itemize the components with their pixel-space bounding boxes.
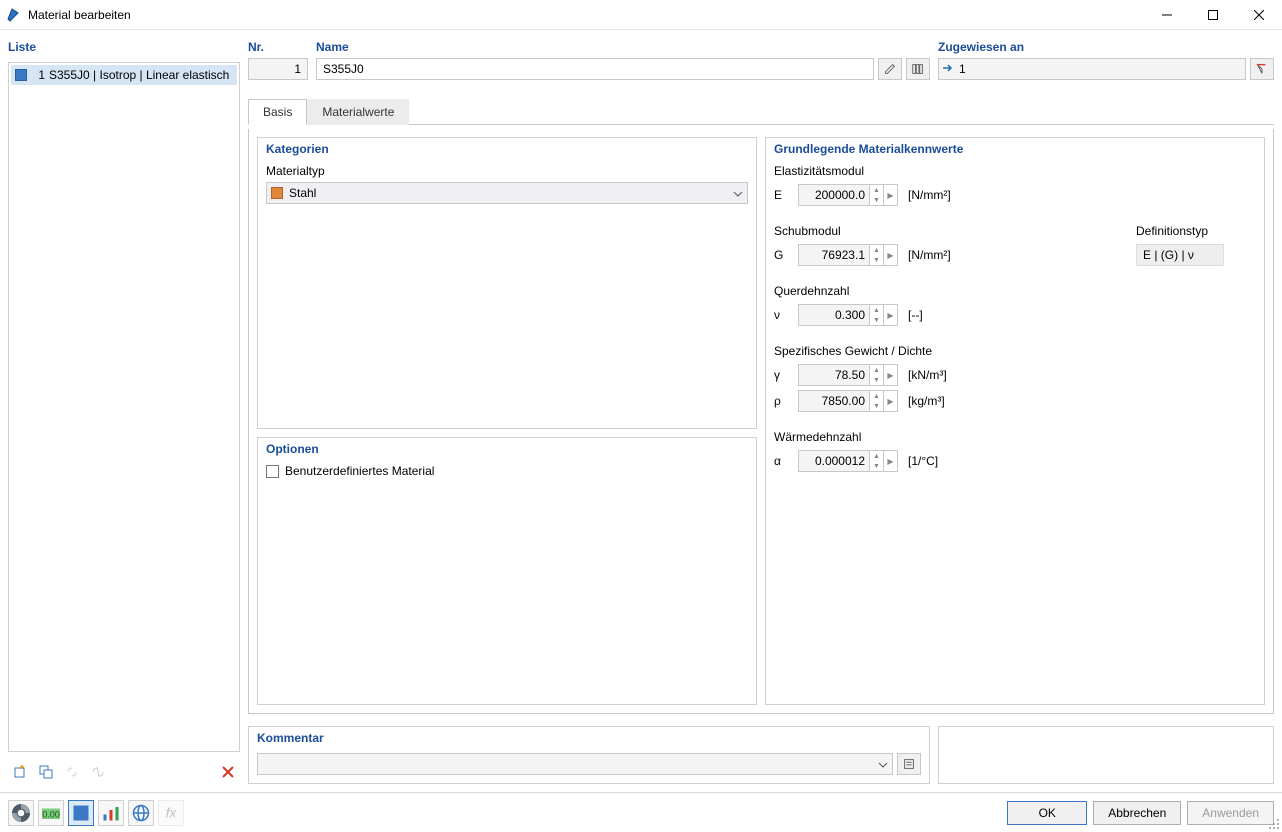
g-spinner[interactable]: ▲▼: [870, 244, 884, 266]
nu-input[interactable]: [798, 304, 870, 326]
rho-input[interactable]: [798, 390, 870, 412]
e-jump[interactable]: ▶: [884, 184, 898, 206]
materialtyp-combo[interactable]: Stahl: [266, 182, 748, 204]
g-symbol: G: [774, 248, 792, 262]
nu-label: Querdehnzahl: [774, 284, 1256, 298]
chevron-down-icon: [878, 757, 888, 771]
break-link-button: [86, 760, 110, 784]
userdef-label: Benutzerdefiniertes Material: [285, 464, 434, 478]
name-label: Name: [316, 38, 930, 58]
gamma-spinner[interactable]: ▲▼: [870, 364, 884, 386]
alpha-jump[interactable]: ▶: [884, 450, 898, 472]
cancel-button[interactable]: Abbrechen: [1093, 801, 1181, 825]
list-toolbar: [8, 756, 240, 784]
e-symbol: E: [774, 188, 792, 202]
deftyp-label: Definitionstyp: [1136, 224, 1256, 238]
bottom-toolbar: 0.00 fx OK Abbrechen Anwenden: [0, 792, 1282, 832]
g-jump[interactable]: ▶: [884, 244, 898, 266]
list-label: Liste: [8, 38, 240, 58]
pick-assigned-button[interactable]: [1250, 58, 1274, 80]
g-input[interactable]: [798, 244, 870, 266]
tabs: Basis Materialwerte: [248, 98, 1274, 125]
svg-text:0.00: 0.00: [42, 809, 60, 819]
rho-unit: [kg/m³]: [908, 394, 945, 408]
chevron-down-icon: [733, 186, 743, 200]
material-color-swatch: [15, 69, 27, 81]
nu-jump[interactable]: ▶: [884, 304, 898, 326]
maximize-button[interactable]: [1190, 0, 1236, 29]
list-item[interactable]: 1 S355J0 | Isotrop | Linear elastisch: [11, 65, 237, 85]
assigned-label: Zugewiesen an: [938, 38, 1274, 58]
e-unit: [N/mm²]: [908, 188, 951, 202]
nr-input[interactable]: [248, 58, 308, 80]
material-list[interactable]: 1 S355J0 | Isotrop | Linear elastisch: [8, 62, 240, 752]
rho-symbol: ρ: [774, 394, 792, 408]
units-button[interactable]: 0.00: [38, 800, 64, 826]
chart-button[interactable]: [98, 800, 124, 826]
preview-box: [938, 726, 1274, 784]
props-title: Grundlegende Materialkennwerte: [774, 142, 1256, 156]
rho-spinner[interactable]: ▲▼: [870, 390, 884, 412]
alpha-label: Wärmedehnzahl: [774, 430, 1256, 444]
close-button[interactable]: [1236, 0, 1282, 29]
options-title: Optionen: [266, 442, 748, 456]
alpha-unit: [1/°C]: [908, 454, 938, 468]
minimize-button[interactable]: [1144, 0, 1190, 29]
tab-basis[interactable]: Basis: [248, 99, 307, 125]
gamma-unit: [kN/m³]: [908, 368, 947, 382]
copy-item-button[interactable]: [34, 760, 58, 784]
alpha-input[interactable]: [798, 450, 870, 472]
gamma-jump[interactable]: ▶: [884, 364, 898, 386]
e-label: Elastizitätsmodul: [774, 164, 1256, 178]
gamma-symbol: γ: [774, 368, 792, 382]
assigned-value: 1: [959, 62, 966, 76]
categories-title: Kategorien: [266, 142, 748, 156]
name-input[interactable]: [316, 58, 874, 80]
alpha-symbol: α: [774, 454, 792, 468]
color-button[interactable]: [68, 800, 94, 826]
delete-button[interactable]: [216, 760, 240, 784]
deftyp-value: E | (G) | ν: [1136, 244, 1224, 266]
titlebar: Material bearbeiten: [0, 0, 1282, 30]
nu-symbol: ν: [774, 308, 792, 322]
comment-lib-button[interactable]: [897, 753, 921, 775]
edit-name-button[interactable]: [878, 58, 902, 80]
ok-button[interactable]: OK: [1007, 801, 1087, 825]
help-button[interactable]: [8, 800, 34, 826]
gamma-input[interactable]: [798, 364, 870, 386]
assigned-icon: [943, 62, 955, 76]
rho-jump[interactable]: ▶: [884, 390, 898, 412]
alpha-spinner[interactable]: ▲▼: [870, 450, 884, 472]
userdef-checkbox[interactable]: [266, 465, 279, 478]
g-label: Schubmodul: [774, 224, 951, 238]
materialtyp-swatch: [271, 187, 283, 199]
comment-combo[interactable]: [257, 753, 893, 775]
e-spinner[interactable]: ▲▼: [870, 184, 884, 206]
nr-label: Nr.: [248, 38, 308, 58]
nu-unit: [--]: [908, 308, 923, 322]
nu-spinner[interactable]: ▲▼: [870, 304, 884, 326]
fx-button: fx: [158, 800, 184, 826]
new-item-button[interactable]: [8, 760, 32, 784]
svg-text:fx: fx: [166, 805, 178, 820]
comment-label: Kommentar: [257, 731, 921, 745]
app-icon: [6, 7, 22, 23]
resize-grip-icon[interactable]: [1268, 818, 1280, 830]
library-button[interactable]: [906, 58, 930, 80]
materialtyp-label: Materialtyp: [266, 164, 748, 178]
globe-button[interactable]: [128, 800, 154, 826]
list-item-label: S355J0 | Isotrop | Linear elastisch: [49, 68, 233, 82]
g-unit: [N/mm²]: [908, 248, 951, 262]
userdef-checkbox-row[interactable]: Benutzerdefiniertes Material: [266, 464, 748, 478]
materialtyp-value: Stahl: [289, 186, 316, 200]
tab-materialwerte[interactable]: Materialwerte: [307, 99, 409, 125]
link-button: [60, 760, 84, 784]
list-item-number: 1: [31, 68, 45, 82]
e-input[interactable]: [798, 184, 870, 206]
gamma-label: Spezifisches Gewicht / Dichte: [774, 344, 1256, 358]
apply-button: Anwenden: [1187, 801, 1274, 825]
window-title: Material bearbeiten: [28, 8, 1144, 22]
assigned-input[interactable]: 1: [938, 58, 1246, 80]
